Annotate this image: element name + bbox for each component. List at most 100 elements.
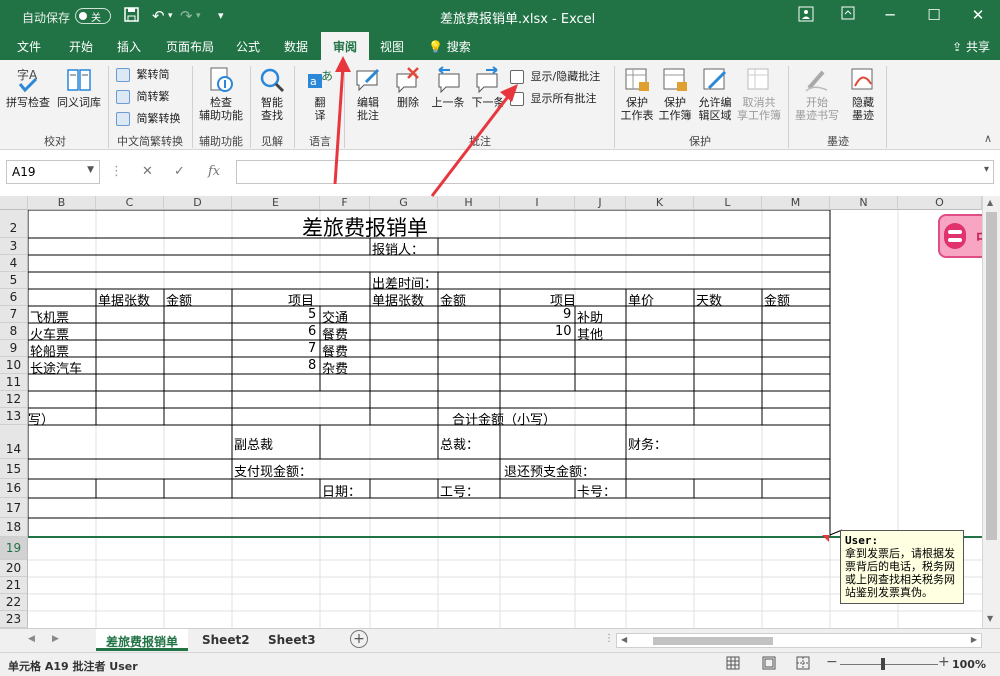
zoom-slider-thumb[interactable] xyxy=(881,658,885,670)
cancel-icon[interactable]: ✕ xyxy=(142,164,153,179)
customize-qat-icon[interactable]: ▾ xyxy=(218,9,224,22)
vertical-scrollbar[interactable]: ▲ ▼ xyxy=(982,196,1000,628)
column-header[interactable]: H xyxy=(438,196,500,210)
page-layout-view-icon[interactable] xyxy=(762,656,776,673)
row-header[interactable]: 21 xyxy=(0,577,28,594)
convert-button[interactable]: 简繁转换 xyxy=(116,110,181,126)
row-header[interactable]: 22 xyxy=(0,594,28,611)
expand-formula-bar-icon[interactable]: ▾ xyxy=(984,164,989,175)
next-sheet-icon[interactable]: ▶ xyxy=(52,634,59,644)
save-icon[interactable] xyxy=(124,7,139,26)
worksheet-grid[interactable]: B C D E F G H I J K L M N O 2 3 4 5 6 7 … xyxy=(0,196,982,628)
name-box[interactable]: A19 ▼ xyxy=(6,160,100,184)
spell-check-button[interactable]: 字A 拼写检查 xyxy=(6,66,50,109)
thesaurus-button[interactable]: 同义词库 xyxy=(55,66,103,109)
edit-comment-button[interactable]: 编辑 批注 xyxy=(348,66,388,122)
column-header[interactable]: K xyxy=(626,196,694,210)
hscroll-thumb[interactable] xyxy=(653,637,773,645)
previous-comment-button[interactable]: 上一条 xyxy=(428,66,468,109)
translate-button[interactable]: aあ 翻 译 xyxy=(300,66,340,122)
scroll-thumb[interactable] xyxy=(986,212,997,540)
account-icon[interactable] xyxy=(796,6,816,26)
row-header[interactable]: 8 xyxy=(0,323,28,340)
select-all-corner[interactable] xyxy=(0,196,28,210)
unshare-workbook-button[interactable]: 取消共 享工作簿 xyxy=(736,66,782,122)
zoom-slider[interactable] xyxy=(840,664,938,665)
column-header[interactable]: I xyxy=(500,196,575,210)
tab-file[interactable]: 文件 xyxy=(17,38,41,55)
allow-edit-ranges-button[interactable]: 允许编 辑区域 xyxy=(696,66,734,122)
row-header[interactable]: 10 xyxy=(0,357,28,374)
scroll-right-icon[interactable]: ▶ xyxy=(971,635,977,644)
tab-data[interactable]: 数据 xyxy=(284,38,308,55)
smart-lookup-button[interactable]: 智能 查找 xyxy=(254,66,290,122)
column-header[interactable]: E xyxy=(232,196,320,210)
row-header[interactable]: 18 xyxy=(0,518,28,537)
redo-dropdown-icon[interactable]: ▾ xyxy=(196,11,201,21)
row-header[interactable]: 15 xyxy=(0,459,28,479)
insert-function-icon[interactable]: fx xyxy=(208,164,220,179)
row-header[interactable]: 17 xyxy=(0,498,28,518)
collapse-ribbon-icon[interactable]: ∧ xyxy=(984,132,992,145)
tab-home[interactable]: 开始 xyxy=(69,38,93,55)
tab-review[interactable]: 审阅 xyxy=(321,32,370,60)
row-header[interactable]: 6 xyxy=(0,289,28,306)
tab-page-layout[interactable]: 页面布局 xyxy=(166,38,214,55)
column-header[interactable]: B xyxy=(28,196,96,210)
show-all-comments-button[interactable]: 显示所有批注 xyxy=(510,90,597,106)
row-header[interactable]: 16 xyxy=(0,479,28,498)
show-hide-comment-button[interactable]: 显示/隐藏批注 xyxy=(510,68,600,84)
row-header[interactable]: 3 xyxy=(0,238,28,255)
horizontal-scrollbar[interactable]: ◀ ▶ xyxy=(616,633,982,648)
enter-icon[interactable]: ✓ xyxy=(174,164,185,179)
t2s-button[interactable]: 繁转简 xyxy=(116,66,170,82)
row-header[interactable]: 2 xyxy=(0,210,28,238)
tab-insert[interactable]: 插入 xyxy=(117,38,141,55)
delete-comment-button[interactable]: 删除 xyxy=(390,66,426,109)
column-header[interactable]: J xyxy=(575,196,626,210)
next-comment-button[interactable]: 下一条 xyxy=(468,66,508,109)
zoom-out-icon[interactable]: − xyxy=(826,654,838,670)
scroll-up-icon[interactable]: ▲ xyxy=(987,198,993,207)
normal-view-icon[interactable] xyxy=(726,656,740,673)
scroll-down-icon[interactable]: ▼ xyxy=(987,614,993,623)
ribbon-display-icon[interactable] xyxy=(838,6,858,24)
undo-icon[interactable]: ↶ xyxy=(152,7,165,25)
row-header[interactable]: 23 xyxy=(0,611,28,628)
start-inking-button[interactable]: 开始 墨迹书写 xyxy=(792,66,842,122)
tab-formulas[interactable]: 公式 xyxy=(236,38,260,55)
row-header[interactable]: 12 xyxy=(0,391,28,408)
protect-workbook-button[interactable]: 保护 工作簿 xyxy=(656,66,694,122)
add-sheet-icon[interactable]: + xyxy=(350,630,368,648)
row-header[interactable]: 13 xyxy=(0,408,28,425)
sheet-tab[interactable]: Sheet2 xyxy=(192,629,260,651)
column-header[interactable]: L xyxy=(694,196,762,210)
column-header[interactable]: D xyxy=(164,196,232,210)
scroll-left-icon[interactable]: ◀ xyxy=(621,635,627,644)
column-header[interactable]: M xyxy=(762,196,830,210)
tab-search[interactable]: 💡 搜索 xyxy=(428,38,471,55)
column-header[interactable]: C xyxy=(96,196,164,210)
tab-view[interactable]: 视图 xyxy=(380,38,404,55)
minimize-icon[interactable]: ─ xyxy=(880,6,900,24)
row-header[interactable]: 20 xyxy=(0,560,28,577)
row-header[interactable]: 4 xyxy=(0,255,28,272)
share-button[interactable]: ⇪ 共享 xyxy=(952,38,990,55)
undo-dropdown-icon[interactable]: ▾ xyxy=(168,11,173,21)
name-box-dropdown-icon[interactable]: ▼ xyxy=(87,165,94,175)
row-header[interactable]: 11 xyxy=(0,374,28,391)
autosave-toggle[interactable]: 关 xyxy=(75,8,111,24)
maximize-icon[interactable]: ☐ xyxy=(924,6,944,24)
row-header[interactable]: 9 xyxy=(0,340,28,357)
column-header[interactable]: G xyxy=(370,196,438,210)
sheet-tab[interactable]: Sheet3 xyxy=(258,629,326,651)
tab-split-icon[interactable]: ⋮ xyxy=(604,633,614,644)
comment-box[interactable]: User: 拿到发票后，请根据发票背后的电话，税务网或上网查找相关税务网站鉴别发… xyxy=(840,530,964,604)
row-header[interactable]: 14 xyxy=(0,425,28,459)
column-header[interactable]: N xyxy=(830,196,898,210)
check-accessibility-button[interactable]: 检查 辅助功能 xyxy=(196,66,246,122)
redo-icon[interactable]: ↷ xyxy=(180,7,193,25)
sheet-tab-active[interactable]: 差旅费报销单 xyxy=(96,629,189,651)
column-header[interactable]: O xyxy=(898,196,982,210)
formula-input[interactable] xyxy=(236,160,994,184)
